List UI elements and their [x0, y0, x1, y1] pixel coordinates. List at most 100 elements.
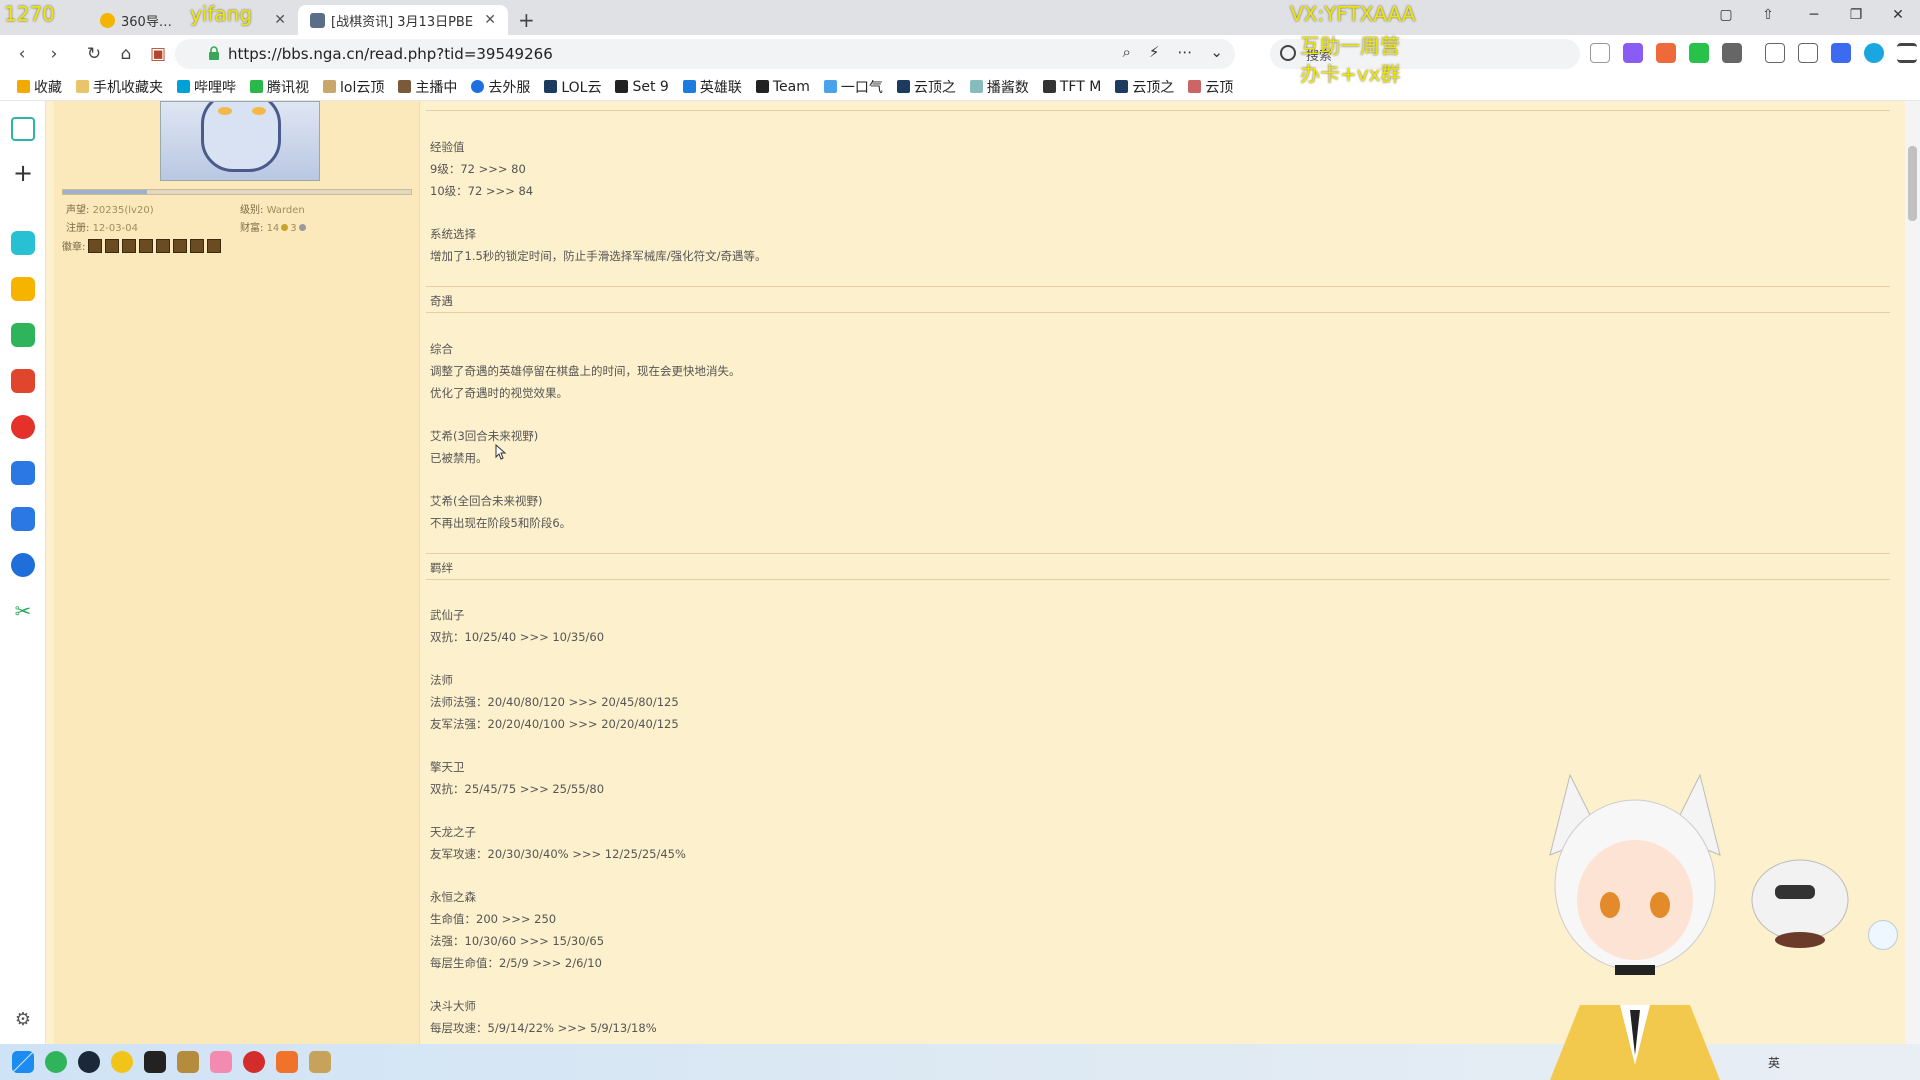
tab-list-icon[interactable]: ▢ — [1710, 7, 1742, 23]
medal-icon[interactable] — [88, 238, 103, 253]
home-icon[interactable] — [11, 117, 35, 141]
windows-start-icon[interactable] — [12, 1051, 34, 1073]
document-icon[interactable] — [11, 507, 35, 531]
restore-button[interactable]: ❐ — [1840, 7, 1872, 23]
gold-coin-icon — [281, 224, 289, 231]
medal-icon[interactable] — [190, 238, 205, 253]
extension-green-icon[interactable] — [1689, 43, 1709, 63]
zoom-icon[interactable]: ⌕ — [1122, 43, 1130, 61]
post-line: 生命值：200 >>> 250 — [430, 912, 557, 926]
bookmark-item[interactable]: 主播中 — [391, 77, 464, 97]
app-teal-icon[interactable] — [11, 231, 35, 255]
page-scrollbar[interactable] — [1905, 101, 1920, 1044]
home-button[interactable]: ⌂ — [110, 44, 142, 64]
puzzle-icon[interactable] — [1722, 43, 1742, 63]
tab-title: [战棋资讯] 3月13日PBE — [331, 14, 474, 30]
undo-icon[interactable] — [1798, 43, 1818, 63]
bookmark-item[interactable]: Set 9 — [608, 79, 675, 95]
extension-icon[interactable]: ▣ — [142, 44, 174, 64]
bookmark-item[interactable]: 腾讯视 — [243, 77, 316, 97]
bookmark-label: TFT M — [1059, 78, 1102, 95]
close-window-button[interactable]: ✕ — [1882, 7, 1914, 23]
bookmark-item[interactable]: 手机收藏夹 — [69, 77, 170, 97]
search-icon — [1280, 45, 1296, 61]
translate-icon[interactable] — [11, 553, 35, 577]
lock-icon — [209, 46, 219, 60]
post-line: 法师 — [430, 673, 453, 687]
post-line: 友军攻速：20/30/30/40% >>> 12/25/25/45% — [430, 847, 686, 861]
tab-nga[interactable]: [战棋资讯] 3月13日PBE ✕ — [298, 5, 508, 35]
scrollbar-thumb[interactable] — [1908, 146, 1917, 221]
add-icon[interactable]: + — [11, 161, 35, 185]
bookmark-item[interactable]: LOL云 — [537, 77, 608, 97]
close-tab-icon[interactable]: ✕ — [484, 12, 496, 28]
lol-taskbar-icon[interactable] — [177, 1051, 199, 1073]
pdf-icon[interactable] — [11, 369, 35, 393]
forward-button[interactable]: › — [38, 44, 70, 64]
bookmark-item[interactable]: lol云顶 — [316, 77, 391, 97]
bookmark-item[interactable]: Team — [749, 79, 817, 95]
download-icon[interactable] — [1765, 43, 1785, 63]
bookmark-item[interactable]: 哔哩哔 — [170, 77, 243, 97]
bookmark-item[interactable]: 云顶之 — [890, 77, 963, 97]
bookmark-item[interactable]: 云顶之 — [1108, 77, 1181, 97]
app-g-icon[interactable] — [144, 1051, 166, 1073]
medal-icon[interactable] — [207, 238, 222, 253]
stats-icon — [969, 80, 983, 93]
overlay-text: 1270 — [4, 2, 55, 26]
floating-assistant-button[interactable] — [1868, 920, 1898, 950]
bookmark-item[interactable]: 去外服 — [464, 77, 537, 97]
medal-icon[interactable] — [122, 238, 137, 253]
browser-taskbar-icon[interactable] — [45, 1051, 67, 1073]
bookmark-item[interactable]: 一口气 — [817, 77, 890, 97]
pin-icon[interactable]: ⇧ — [1752, 7, 1784, 23]
medal-icon[interactable] — [173, 238, 188, 253]
post-line: 优化了奇遇时的视觉效果。 — [430, 386, 568, 400]
scissors-icon[interactable] — [1590, 43, 1610, 63]
photo-edit-icon[interactable] — [11, 461, 35, 485]
image-icon[interactable] — [11, 323, 35, 347]
overlay-text: yifang — [190, 2, 253, 26]
extension-game-icon[interactable] — [1656, 43, 1676, 63]
close-tab-icon[interactable]: ✕ — [274, 12, 286, 28]
browser-logo-icon[interactable] — [1864, 43, 1884, 63]
back-button[interactable]: ‹ — [6, 44, 38, 64]
medal-icon[interactable] — [156, 238, 171, 253]
level-info: 级别: Warden — [240, 201, 305, 216]
lightning-icon[interactable]: ⚡ — [1149, 43, 1160, 61]
app-pink-icon[interactable] — [210, 1051, 232, 1073]
lol-client-icon[interactable] — [309, 1051, 331, 1073]
more-icon[interactable]: ⋯ — [1177, 43, 1192, 61]
medal-icon[interactable] — [105, 238, 120, 253]
medal-icon[interactable] — [139, 238, 154, 253]
star-icon[interactable] — [11, 277, 35, 301]
reload-button[interactable]: ↻ — [78, 44, 110, 64]
address-bar[interactable]: https://bbs.nga.cn/read.php?tid=39549266… — [175, 39, 1235, 69]
scissors-icon[interactable]: ✂ — [11, 599, 35, 623]
settings-gear-icon[interactable]: ⚙ — [11, 1009, 35, 1033]
input-method-indicator[interactable]: 英 — [1768, 1054, 1780, 1071]
section-heading: 羁绊 — [430, 561, 453, 575]
video-icon[interactable] — [11, 415, 35, 439]
wealth-label: 财富: — [240, 223, 264, 234]
user-avatar[interactable] — [160, 101, 320, 181]
bookmark-item[interactable]: TFT M — [1036, 79, 1108, 95]
bookmark-item[interactable]: 播酱数 — [963, 77, 1036, 97]
extension-purple-icon[interactable] — [1623, 43, 1643, 63]
steam-icon[interactable] — [78, 1051, 100, 1073]
menu-icon[interactable] — [1897, 43, 1917, 63]
tab-strip: 360导… ✕ [战棋资讯] 3月13日PBE ✕ + ▢ ⇧ ─ ❐ ✕ — [0, 0, 1920, 35]
app-red-icon[interactable] — [243, 1051, 265, 1073]
bookmark-item[interactable]: 云顶 — [1181, 77, 1240, 97]
bookmark-item[interactable]: 收藏 — [10, 77, 69, 97]
chevron-down-icon[interactable]: ⌄ — [1210, 43, 1223, 61]
star-icon — [17, 80, 30, 93]
360-favicon-icon — [100, 12, 115, 28]
new-tab-button[interactable]: + — [508, 5, 545, 35]
app-yellow-icon[interactable] — [111, 1051, 133, 1073]
extension-bar — [1590, 43, 1917, 63]
minimize-button[interactable]: ─ — [1798, 7, 1830, 23]
ai-icon[interactable] — [1831, 43, 1851, 63]
app-orange-icon[interactable] — [276, 1051, 298, 1073]
bookmark-item[interactable]: 英雄联 — [676, 77, 749, 97]
